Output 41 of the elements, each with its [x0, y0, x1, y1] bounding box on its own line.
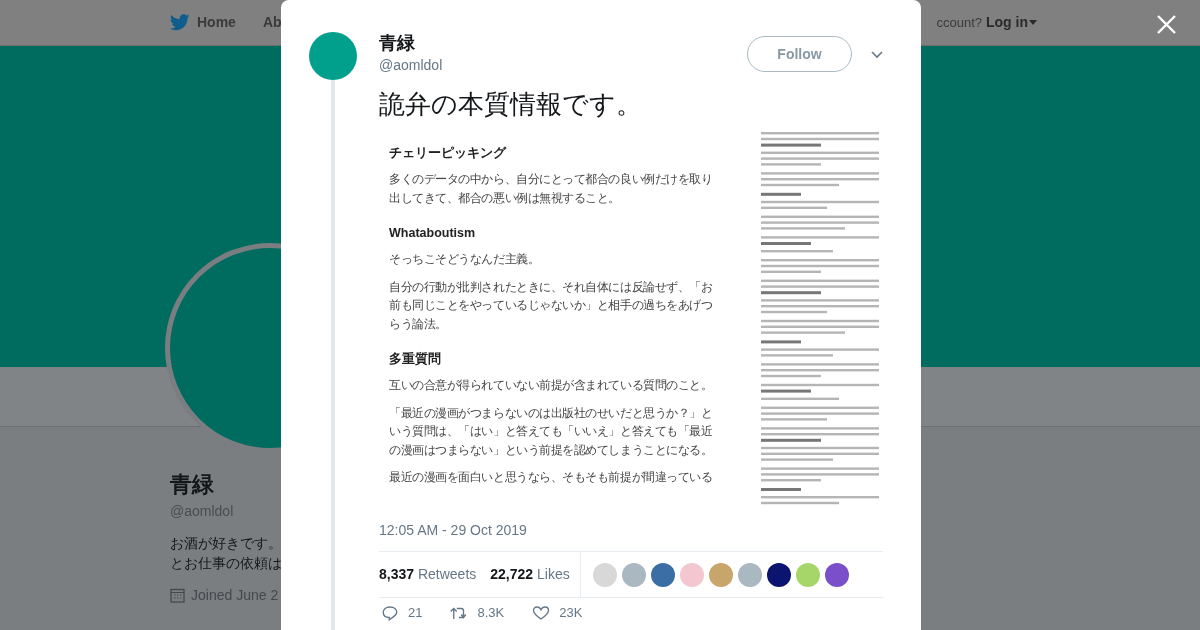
- retweet-icon: [450, 605, 469, 621]
- text-line: そっちこそどうなんだ主義。: [389, 251, 540, 268]
- calendar-icon: [170, 588, 185, 603]
- text-line: の漫画はつまらない」という前提を認めてしまうことになる。: [389, 441, 713, 459]
- like-count[interactable]: 22,722 Likes: [490, 564, 570, 585]
- tweet-text: 詭弁の本質情報です。: [379, 88, 643, 120]
- tweet-action-button[interactable]: 23K: [532, 605, 583, 621]
- section-heading: Whataboutism: [389, 225, 477, 242]
- liker-avatar[interactable]: [766, 562, 791, 587]
- text-line: 前も同じことをやっているじゃないか」と相手の過ちをあげつ: [389, 297, 713, 314]
- tweet-timestamp: 12:05 AM - 29 Oct 2019: [379, 521, 528, 539]
- author-avatar: [309, 32, 357, 80]
- login-button[interactable]: Log in: [986, 12, 1037, 33]
- bio-line: とお仕事の依頼は: [170, 554, 282, 573]
- profile-name: 青緑: [170, 471, 215, 499]
- caret-icon: [1029, 20, 1037, 25]
- text-line: いう質問は、「はい」と答えても「いいえ」と答えても「最近: [389, 423, 713, 440]
- author-name: 青緑: [379, 32, 416, 55]
- section-heading: チェリーピッキング: [389, 145, 508, 162]
- text-line: 自分の行動が批判されたときに、それ自体には反論せず、「お: [389, 278, 713, 296]
- text-line: 多くのデータの中から、自分にとって都合の良い例だけを取り: [389, 171, 713, 188]
- text-line: 出してきて、都合の悪い例は無視すること。: [389, 189, 620, 207]
- retweet-count[interactable]: 8,337 Retweets: [379, 564, 477, 585]
- heart-icon: [532, 605, 551, 621]
- tweet-action-button[interactable]: 21: [381, 605, 423, 621]
- bio-line: お酒が好きです。: [170, 534, 282, 553]
- tweet-action-button[interactable]: 8.3K: [450, 605, 505, 621]
- home-link[interactable]: Home: [197, 12, 236, 33]
- section-heading: 多重質問: [389, 351, 442, 368]
- text-line: 互いの合意が得られていない前提が含まれている質問のこと。: [389, 377, 713, 394]
- text-line: 「最近の漫画がつまらないのは出版社のせいだと思うか？」と: [389, 404, 713, 422]
- about-link[interactable]: Ab: [262, 12, 282, 33]
- text-line: らう論法。: [389, 315, 447, 333]
- chevron-down-icon: [871, 51, 883, 59]
- speech-bubble-icon: [381, 605, 399, 621]
- account-prompt: ccount?: [936, 13, 982, 32]
- author-handle: @aomldol: [379, 56, 443, 74]
- text-line: 最近の漫画を面白いと思うなら、そもそも前提が間違っている: [389, 469, 713, 486]
- close-button[interactable]: [1156, 14, 1177, 35]
- close-icon: [1156, 14, 1177, 35]
- bird-logo-icon: [170, 14, 190, 31]
